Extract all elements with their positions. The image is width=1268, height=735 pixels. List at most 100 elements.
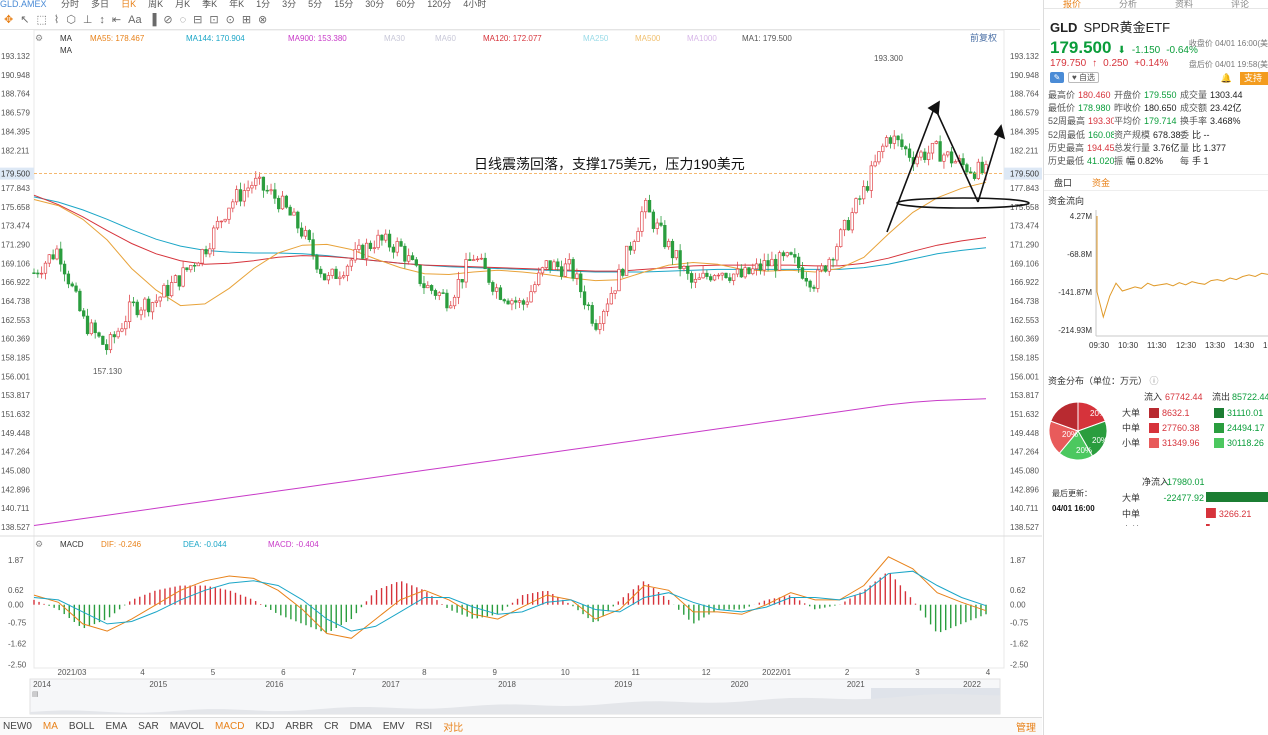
indicator-item[interactable]: MACD bbox=[215, 721, 244, 732]
indicator-item[interactable]: MAVOL bbox=[170, 721, 204, 732]
indicator-item[interactable]: ARBR bbox=[285, 721, 313, 732]
price-tick: 177.843 bbox=[1, 184, 30, 193]
draw-tool-icon[interactable]: ▐ bbox=[149, 14, 157, 26]
indicator-item[interactable]: BOLL bbox=[69, 721, 95, 732]
period-tab[interactable]: 月K bbox=[175, 0, 190, 8]
price-change: -1.150 bbox=[1131, 45, 1161, 56]
panel-tab[interactable]: 分析 bbox=[1100, 0, 1156, 8]
candle-body bbox=[842, 219, 847, 231]
draw-tool-icon[interactable]: ↖ bbox=[20, 13, 29, 26]
draw-tool-icon[interactable]: ⬡ bbox=[66, 13, 76, 26]
draw-tool-icon[interactable]: ⊥ bbox=[83, 13, 93, 26]
drawn-annotations[interactable] bbox=[886, 100, 1030, 233]
stat-key: 历史最低 bbox=[1048, 156, 1085, 167]
add-watchlist-button[interactable]: ♥ 自选 bbox=[1068, 72, 1099, 83]
draw-tool-icon[interactable]: ⊟ bbox=[193, 13, 202, 26]
candle-body bbox=[345, 265, 350, 276]
period-tab[interactable]: 120分 bbox=[427, 0, 451, 8]
draw-tool-icon[interactable]: Aa bbox=[128, 14, 141, 26]
period-tab[interactable]: 4小时 bbox=[463, 0, 486, 8]
indicator-item[interactable]: SAR bbox=[138, 721, 159, 732]
candle-body bbox=[667, 240, 671, 248]
draw-tool-icon[interactable]: ⌇ bbox=[54, 13, 59, 26]
ma-indicator-label[interactable]: MA bbox=[60, 34, 73, 43]
symbol-label[interactable]: GLD.AMEX bbox=[0, 0, 47, 8]
adjust-toggle[interactable]: 前复权 bbox=[970, 32, 997, 43]
indicator-item[interactable]: 对比 bbox=[443, 719, 463, 734]
price-tick: 190.948 bbox=[1, 71, 30, 80]
manage-button[interactable]: 管理 bbox=[1016, 719, 1036, 734]
date-tick: 2021/03 bbox=[58, 668, 87, 677]
period-tab[interactable]: 年K bbox=[229, 0, 244, 8]
candle-body bbox=[410, 255, 415, 261]
stat-key: 52周最高 bbox=[1048, 116, 1086, 127]
help-icon[interactable]: ⓘ bbox=[1150, 376, 1159, 386]
period-tab[interactable]: 周K bbox=[148, 0, 163, 8]
settings-icon[interactable]: ⚙ bbox=[35, 539, 43, 549]
flow-chart-svg: 4.27M -68.8M -141.87M -214.93M 09:30 10:30 11:… bbox=[1058, 210, 1268, 350]
ma-indicator-label-2[interactable]: MA bbox=[60, 46, 73, 55]
indicator-item[interactable]: KDJ bbox=[255, 721, 274, 732]
period-tab[interactable]: 1分 bbox=[256, 0, 270, 8]
stat-key: 最低价 bbox=[1048, 103, 1076, 114]
support-button[interactable]: 支持 bbox=[1240, 72, 1268, 85]
price-tick: 188.764 bbox=[1010, 90, 1039, 99]
ma-legend-item: MA900: 153.380 bbox=[288, 34, 347, 43]
candle-body bbox=[261, 176, 266, 191]
period-tab[interactable]: 60分 bbox=[396, 0, 415, 8]
candle-body bbox=[617, 268, 621, 292]
period-tab[interactable]: 日K bbox=[121, 0, 136, 8]
panel-tab[interactable]: 评论 bbox=[1212, 0, 1268, 8]
indicator-item[interactable]: CR bbox=[324, 721, 338, 732]
indicator-item[interactable]: EMV bbox=[383, 721, 405, 732]
price-tick: 164.738 bbox=[1010, 297, 1039, 306]
price-axis-right: 193.132 190.948 188.764 186.579 184.395 182.2… bbox=[1010, 52, 1039, 532]
period-tab[interactable]: 多日 bbox=[91, 0, 109, 8]
dist-title-text: 资金分布（单位：万元） bbox=[1048, 376, 1148, 387]
draw-tool-icon[interactable]: ✥ bbox=[4, 13, 13, 26]
settings-icon[interactable]: ⚙ bbox=[35, 33, 43, 43]
stat-key: 总发行量 bbox=[1114, 142, 1151, 153]
period-tab[interactable]: 30分 bbox=[365, 0, 384, 8]
trend-arrow-up[interactable] bbox=[886, 105, 936, 233]
indicator-item[interactable]: MA bbox=[43, 721, 58, 732]
draw-tool-icon[interactable]: ⬚ bbox=[36, 13, 46, 26]
period-tab[interactable]: 分时 bbox=[61, 0, 79, 8]
candle-body bbox=[487, 268, 491, 283]
period-tab[interactable]: 季K bbox=[202, 0, 217, 8]
fund-subtab[interactable]: 盘口 bbox=[1054, 176, 1072, 189]
period-tab[interactable]: 3分 bbox=[282, 0, 296, 8]
draw-tool-icon[interactable]: ⊡ bbox=[209, 13, 218, 26]
candle-body bbox=[701, 272, 705, 279]
share-icon[interactable]: ✎ bbox=[1050, 72, 1064, 83]
draw-tool-icon[interactable]: ⊗ bbox=[258, 13, 267, 26]
kline-chart[interactable]: MA ⚙ MA55: 178.467 MA144: 170.904 MA900: 153… bbox=[0, 29, 1042, 718]
navigator-handle-icon[interactable]: ▤ bbox=[32, 691, 39, 698]
bell-icon[interactable]: 🔔 bbox=[1221, 73, 1232, 84]
fund-subtab[interactable]: 资金 bbox=[1092, 176, 1110, 189]
kline-chart-area[interactable]: MA ⚙ MA55: 178.467 MA144: 170.904 MA900: 153… bbox=[0, 29, 1042, 718]
stat-cell: 每手 1 bbox=[1180, 154, 1209, 167]
draw-tool-icon[interactable]: ◌ bbox=[180, 14, 187, 26]
chart-annotation[interactable]: 日线震荡回落，支撑175美元，压力190美元 bbox=[474, 156, 745, 172]
draw-tool-icon[interactable]: ⊞ bbox=[242, 13, 251, 26]
indicator-item[interactable]: DMA bbox=[350, 721, 372, 732]
draw-tool-icon[interactable]: ⇤ bbox=[112, 13, 121, 26]
stat-key: 52周最低 bbox=[1048, 129, 1086, 140]
draw-tool-icon[interactable]: ⊘ bbox=[163, 13, 172, 26]
panel-tab[interactable]: 报价 bbox=[1044, 0, 1100, 8]
indicator-item[interactable]: RSI bbox=[416, 721, 433, 732]
draw-tool-icon[interactable]: ↕ bbox=[99, 14, 105, 26]
low-price-label: 157.130 bbox=[93, 367, 122, 376]
panel-tab[interactable]: 资料 bbox=[1156, 0, 1212, 8]
price-tick: 158.185 bbox=[1, 353, 30, 362]
draw-tool-icon[interactable]: ⊙ bbox=[226, 13, 235, 26]
range-navigator[interactable]: ▤ 2014 2015 2016 2017 2018 2019 2020 2021 2022 bbox=[29, 678, 1001, 715]
candle-body bbox=[514, 300, 518, 303]
macd-indicator-label[interactable]: MACD bbox=[60, 540, 84, 549]
candle-body bbox=[525, 301, 529, 305]
indicator-item[interactable]: NEW0 bbox=[3, 721, 32, 732]
period-tab[interactable]: 5分 bbox=[308, 0, 322, 8]
period-tab[interactable]: 15分 bbox=[334, 0, 353, 8]
indicator-item[interactable]: EMA bbox=[105, 721, 127, 732]
